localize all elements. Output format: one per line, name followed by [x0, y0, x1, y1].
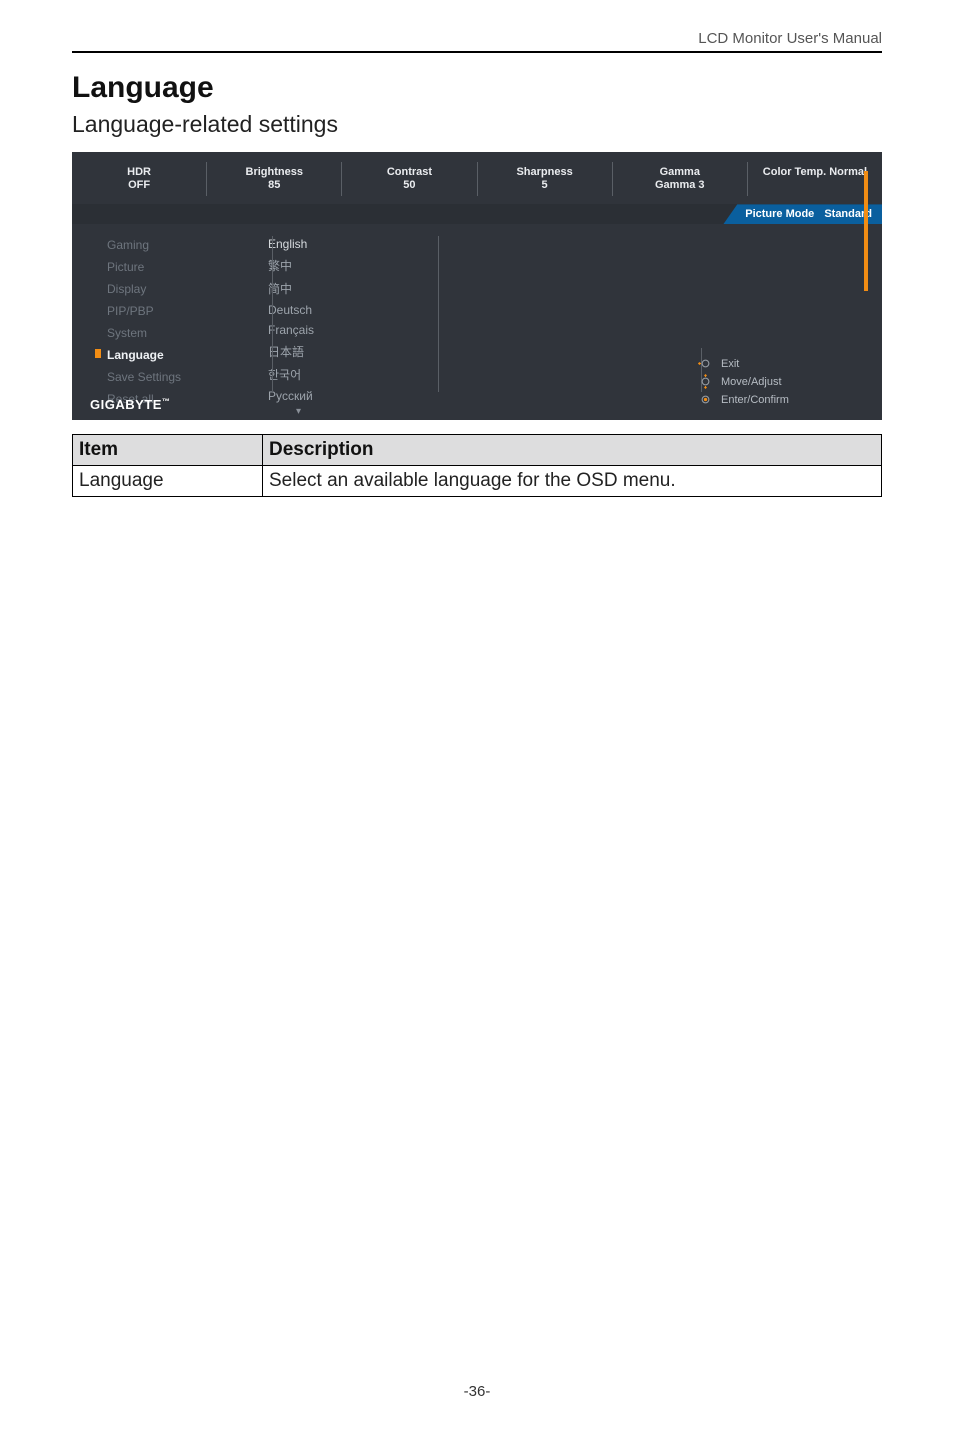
option-english[interactable]: English — [268, 234, 412, 254]
scroll-down-icon: ▾ — [268, 406, 412, 417]
table-cell-item: Language — [73, 466, 263, 497]
divider — [438, 236, 439, 392]
osd-sidebar: Gaming Picture Display PIP/PBP System La… — [72, 224, 252, 420]
hint-enter-confirm: Enter/Confirm — [698, 392, 868, 407]
osd-status-bar: HDR OFF Brightness 85 Contrast 50 Sharpn… — [72, 152, 882, 204]
osd-status-gamma: Gamma Gamma 3 — [612, 162, 747, 196]
osd-screenshot: HDR OFF Brightness 85 Contrast 50 Sharpn… — [72, 152, 882, 420]
joystick-left-icon — [698, 356, 713, 371]
osd-language-options: English 繁中 简中 Deutsch Français 日本語 한국어 P… — [252, 224, 412, 420]
table-header-description: Description — [263, 435, 882, 466]
hint-move-adjust: Move/Adjust — [698, 374, 868, 389]
section-subheading: Language-related settings — [72, 111, 882, 138]
option-simp-chinese[interactable]: 简中 — [268, 277, 412, 300]
osd-picture-mode-badge: Picture Mode Standard — [723, 204, 882, 224]
option-russian[interactable]: Pyccкий — [268, 386, 412, 406]
osd-status-value: Gamma 3 — [619, 179, 741, 192]
divider — [272, 236, 273, 392]
osd-status-contrast: Contrast 50 — [341, 162, 476, 196]
table-cell-desc: Select an available language for the OSD… — [263, 466, 882, 497]
osd-status-value: 5 — [484, 179, 606, 192]
sidebar-item-language[interactable]: Language — [95, 344, 252, 366]
hint-label: Exit — [721, 358, 739, 370]
sidebar-item-save-settings[interactable]: Save Settings — [95, 366, 252, 388]
osd-status-label: Contrast — [348, 166, 470, 179]
accent-bar — [864, 171, 868, 291]
description-table: Item Description Language Select an avai… — [72, 434, 882, 497]
osd-status-value: 85 — [213, 179, 335, 192]
osd-status-colortemp: Color Temp. Normal — [747, 162, 882, 196]
osd-status-label: Color Temp. Normal — [754, 166, 876, 179]
option-francais[interactable]: Français — [268, 320, 412, 340]
osd-status-brightness: Brightness 85 — [206, 162, 341, 196]
osd-hint-panel: Exit Move/Adjust Enter/Confirm — [698, 353, 868, 410]
brand-logo: GIGABYTE™ — [90, 397, 170, 412]
sidebar-item-picture[interactable]: Picture — [95, 256, 252, 278]
picture-mode-label: Picture Mode — [745, 208, 814, 220]
osd-status-label: Gamma — [619, 166, 741, 179]
hint-exit: Exit — [698, 356, 868, 371]
osd-status-value: 50 — [348, 179, 470, 192]
sidebar-item-pippbp[interactable]: PIP/PBP — [95, 300, 252, 322]
osd-status-label: Sharpness — [484, 166, 606, 179]
osd-picture-mode-row: Picture Mode Standard — [72, 204, 882, 224]
page-number: -36- — [0, 1383, 954, 1400]
sidebar-item-gaming[interactable]: Gaming — [95, 234, 252, 256]
hint-label: Enter/Confirm — [721, 394, 789, 406]
section-heading: Language — [72, 71, 882, 105]
option-deutsch[interactable]: Deutsch — [268, 300, 412, 320]
page-header: LCD Monitor User's Manual — [72, 30, 882, 53]
hint-label: Move/Adjust — [721, 376, 782, 388]
osd-status-label: HDR OFF — [78, 166, 200, 192]
osd-status-hdr: HDR OFF — [72, 162, 206, 196]
option-korean[interactable]: 한국어 — [268, 363, 412, 386]
osd-body: Gaming Picture Display PIP/PBP System La… — [72, 224, 882, 420]
table-row: Language Select an available language fo… — [73, 466, 882, 497]
option-japanese[interactable]: 日本語 — [268, 340, 412, 363]
joystick-press-icon — [698, 392, 713, 407]
sidebar-item-system[interactable]: System — [95, 322, 252, 344]
table-header-row: Item Description — [73, 435, 882, 466]
osd-status-sharpness: Sharpness 5 — [477, 162, 612, 196]
table-header-item: Item — [73, 435, 263, 466]
sidebar-item-display[interactable]: Display — [95, 278, 252, 300]
option-trad-chinese[interactable]: 繁中 — [268, 254, 412, 277]
joystick-updown-icon — [698, 374, 713, 389]
osd-status-label: Brightness — [213, 166, 335, 179]
